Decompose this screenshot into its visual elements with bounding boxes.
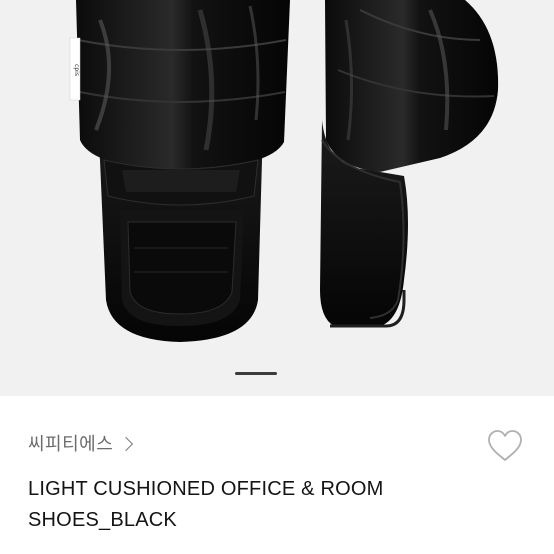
brand-link[interactable]: 씨피티에스 xyxy=(28,430,134,456)
chevron-right-icon xyxy=(119,436,134,451)
product-image: cpis xyxy=(69,0,499,342)
product-image-gallery[interactable]: cpis xyxy=(0,0,554,396)
tag-label: cpis xyxy=(73,64,80,76)
left-slipper-illustration: cpis xyxy=(69,0,290,342)
product-detail-screen: cpis 씨피티에스 LIGHT CUSHIONED OFFICE & ROOM… xyxy=(0,0,554,554)
brand-name: 씨피티에스 xyxy=(28,434,114,454)
wishlist-button[interactable] xyxy=(485,426,525,466)
product-title: LIGHT CUSHIONED OFFICE & ROOM SHOES_BLAC… xyxy=(28,478,384,531)
image-pager-indicator xyxy=(235,372,277,375)
right-slipper-illustration xyxy=(320,0,499,328)
heart-outline-icon xyxy=(488,430,522,461)
